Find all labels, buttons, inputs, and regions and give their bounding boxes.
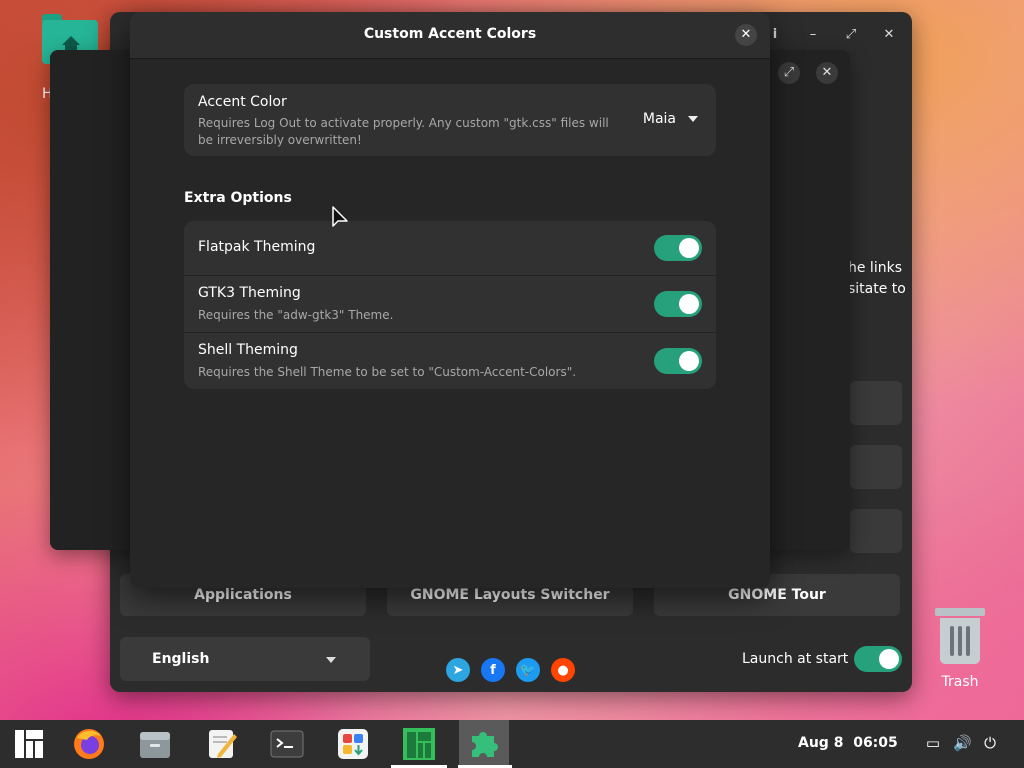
close-button[interactable]: ✕ xyxy=(816,62,838,84)
files-icon[interactable] xyxy=(137,726,173,762)
software-store-icon[interactable] xyxy=(335,726,371,762)
shell-theming-row[interactable]: Shell Theming Requires the Shell Theme t… xyxy=(184,333,716,389)
flatpak-theming-switch[interactable] xyxy=(654,235,702,261)
mouse-cursor-icon xyxy=(332,206,348,227)
chevron-down-icon xyxy=(688,116,698,122)
clock-time: 06:05 xyxy=(853,735,898,751)
firefox-icon[interactable] xyxy=(71,726,107,762)
gtk3-theming-row[interactable]: GTK3 Theming Requires the "adw-gtk3" The… xyxy=(184,276,716,332)
accent-color-title: Accent Color xyxy=(198,94,287,110)
close-button[interactable]: ✕ xyxy=(878,24,900,46)
manjaro-hello-icon[interactable] xyxy=(401,726,437,762)
custom-accent-colors-dialog: Custom Accent Colors ✕ Accent Color Requ… xyxy=(130,12,770,588)
manjaro-menu-icon[interactable] xyxy=(11,726,47,762)
maximize-button[interactable]: ⤢ xyxy=(840,24,862,46)
reddit-icon[interactable]: ● xyxy=(551,658,575,682)
gtk3-theming-switch[interactable] xyxy=(654,291,702,317)
gtk3-theming-subtitle: Requires the "adw-gtk3" Theme. xyxy=(198,308,394,322)
welcome-links-text: he links sitate to xyxy=(848,260,906,297)
launch-at-start-label: Launch at start xyxy=(742,651,849,667)
language-value: English xyxy=(152,651,210,667)
language-select[interactable]: English xyxy=(120,637,370,681)
welcome-hidden-button-3[interactable] xyxy=(850,509,902,553)
extra-options-heading: Extra Options xyxy=(184,190,292,206)
dialog-close-button[interactable]: ✕ xyxy=(735,24,757,46)
network-icon[interactable]: ▭ xyxy=(924,734,942,752)
extensions-puzzle-icon[interactable] xyxy=(466,726,502,762)
maximize-button[interactable]: ⤢ xyxy=(778,62,800,84)
shell-theming-subtitle: Requires the Shell Theme to be set to "C… xyxy=(198,365,577,379)
welcome-hidden-button-1[interactable] xyxy=(850,381,902,425)
text-editor-icon[interactable] xyxy=(204,726,240,762)
trash-label: Trash xyxy=(941,674,979,690)
trash-icon xyxy=(935,608,985,666)
clock-date: Aug 8 xyxy=(798,735,844,751)
terminal-icon[interactable] xyxy=(269,726,305,762)
welcome-hidden-button-2[interactable] xyxy=(850,445,902,489)
chevron-down-icon xyxy=(326,657,336,663)
clock[interactable]: Aug 8 06:05 xyxy=(798,735,898,751)
extra-options-list: Flatpak Theming GTK3 Theming Requires th… xyxy=(184,221,716,389)
flatpak-theming-title: Flatpak Theming xyxy=(198,239,316,255)
dialog-title: Custom Accent Colors xyxy=(363,26,537,42)
twitter-icon[interactable]: 🐦 xyxy=(516,658,540,682)
volume-icon[interactable]: 🔊 xyxy=(953,734,972,752)
desktop-trash[interactable]: Trash xyxy=(922,600,998,696)
shell-theming-title: Shell Theming xyxy=(198,342,298,358)
minimize-button[interactable]: – xyxy=(802,24,824,46)
flatpak-theming-row[interactable]: Flatpak Theming xyxy=(184,221,716,275)
facebook-icon[interactable]: f xyxy=(481,658,505,682)
gtk3-theming-title: GTK3 Theming xyxy=(198,285,301,301)
taskbar: Aug 8 06:05 ▭ 🔊 ⏻ xyxy=(0,720,1024,768)
accent-color-value: Maia xyxy=(642,111,676,127)
launch-at-start-switch[interactable] xyxy=(854,646,902,672)
dialog-header: Custom Accent Colors ✕ xyxy=(130,12,770,59)
power-icon[interactable]: ⏻ xyxy=(981,734,999,752)
accent-color-row[interactable]: Accent Color Requires Log Out to activat… xyxy=(184,84,716,156)
shell-theming-switch[interactable] xyxy=(654,348,702,374)
accent-color-subtitle: Requires Log Out to activate properly. A… xyxy=(198,116,609,147)
accent-color-dropdown[interactable]: Maia xyxy=(643,111,698,127)
telegram-icon[interactable]: ➤ xyxy=(446,658,470,682)
